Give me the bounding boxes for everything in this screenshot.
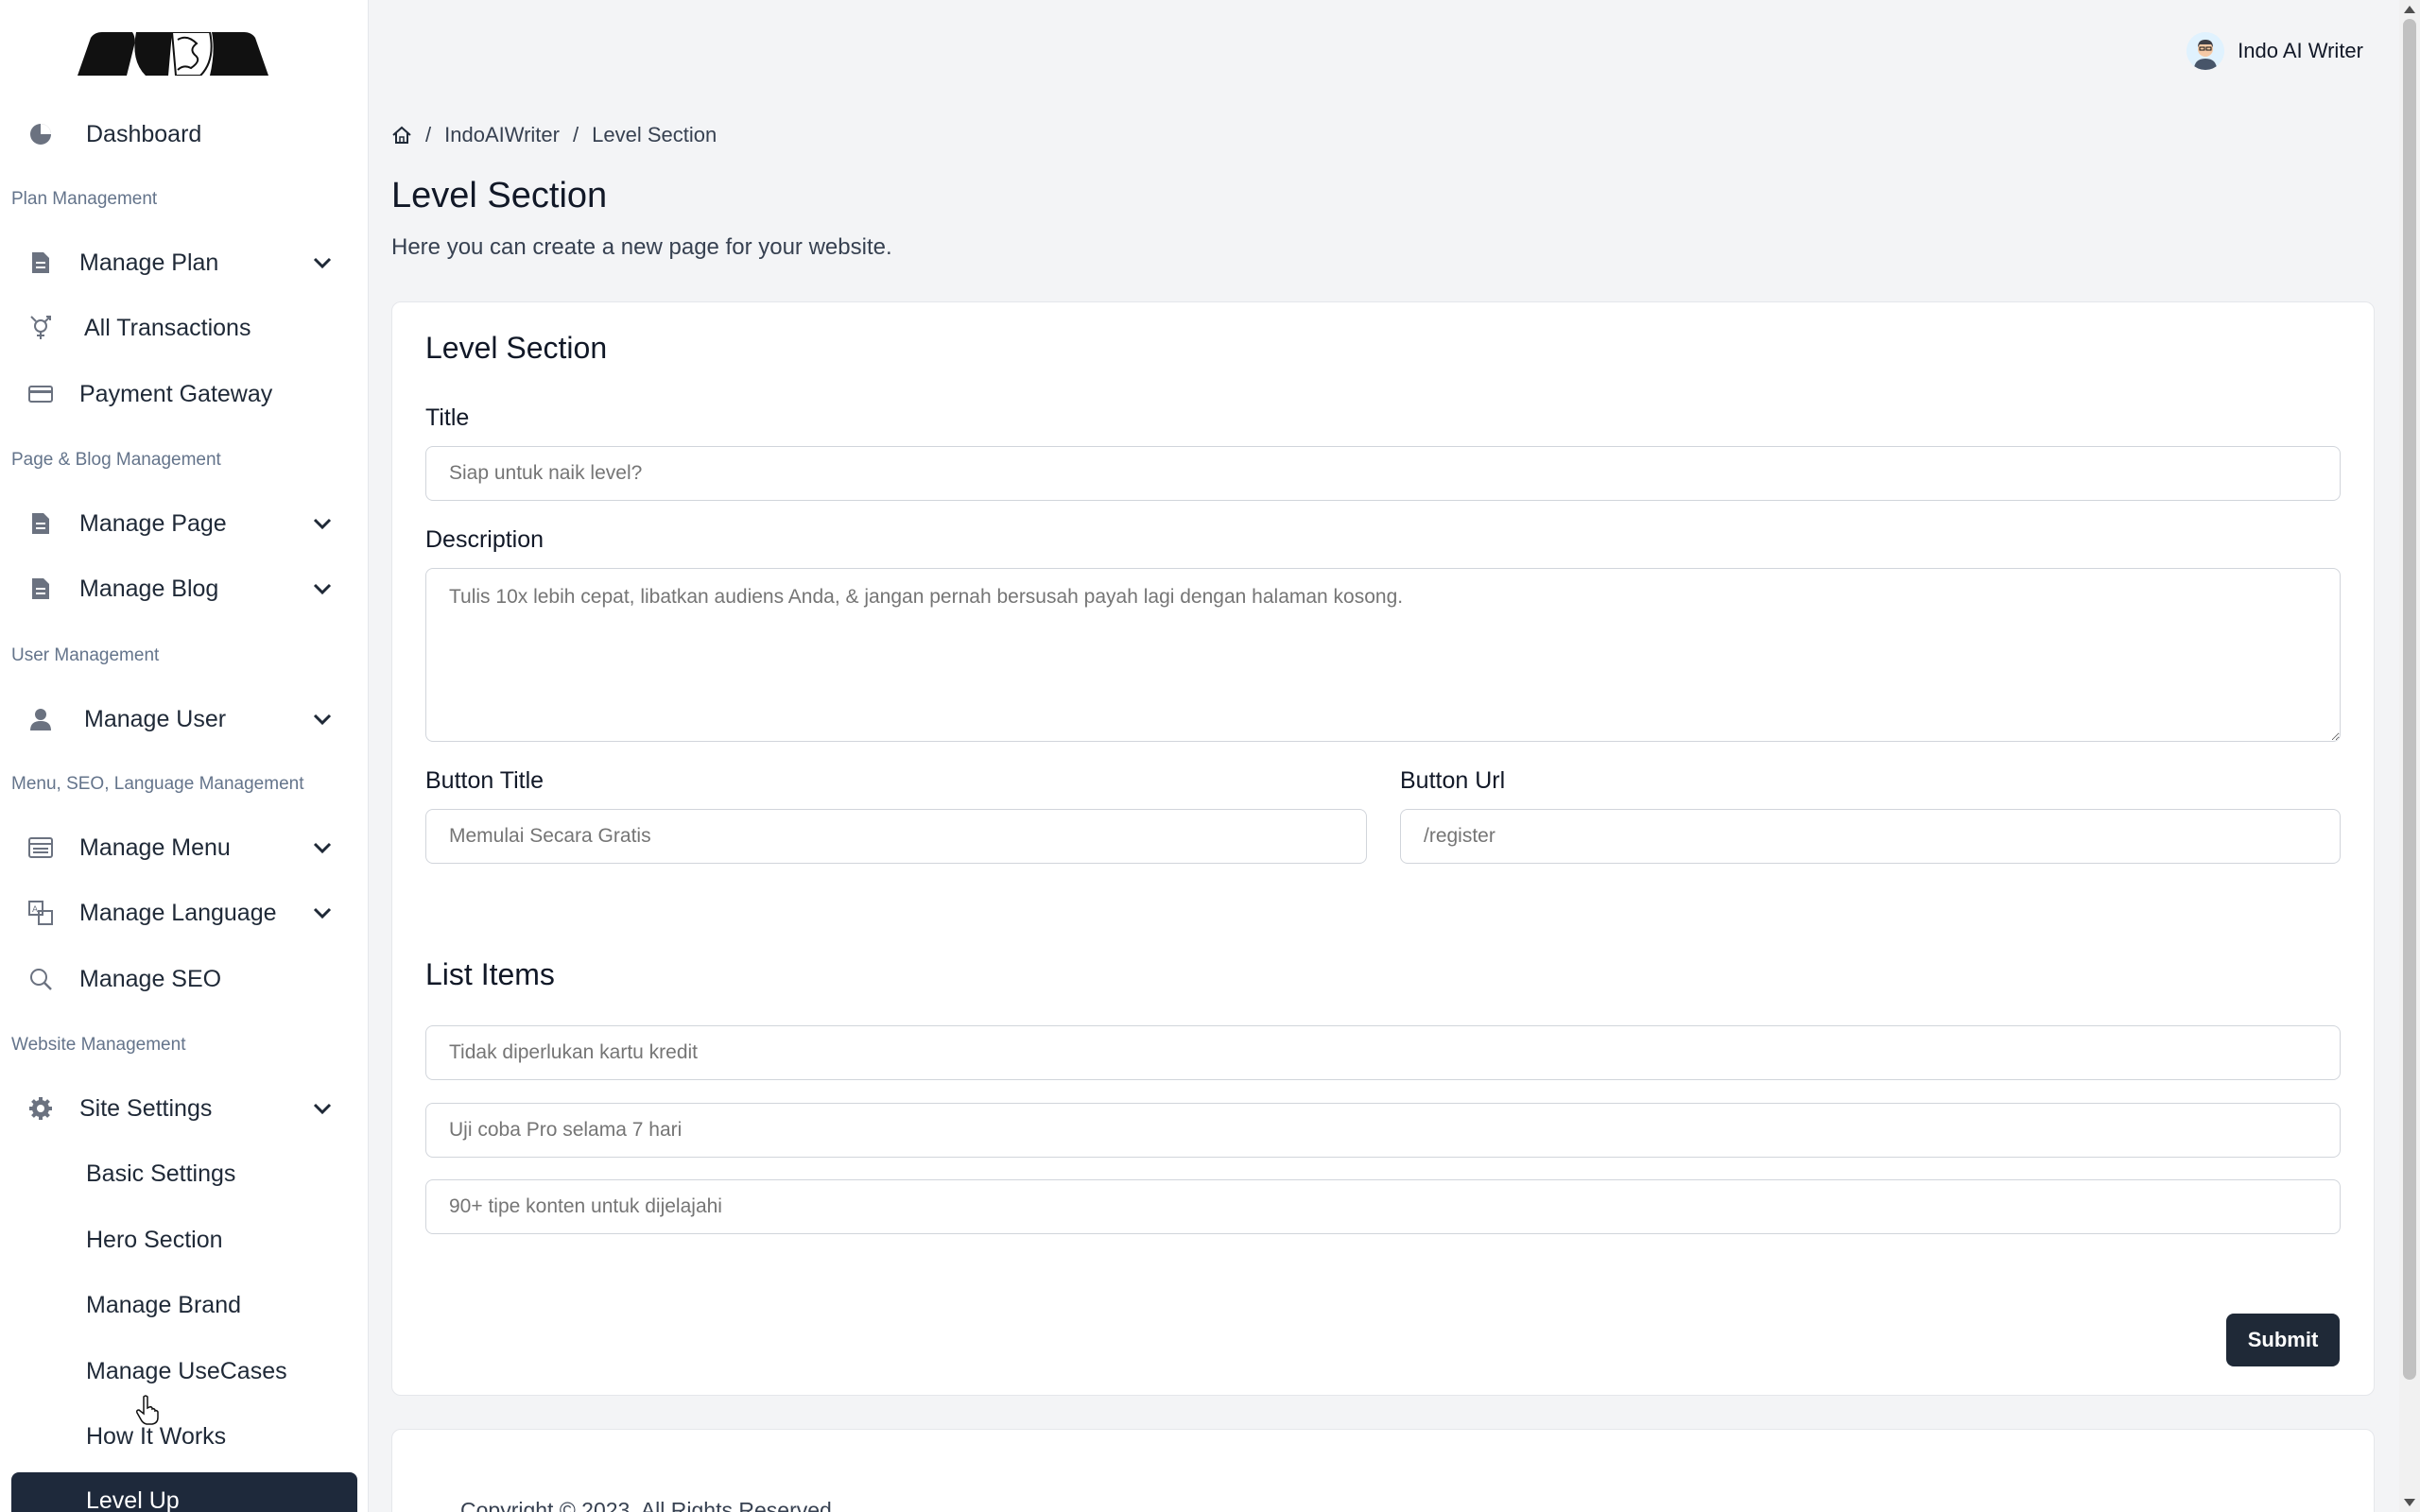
page-scrollbar[interactable] [2399, 0, 2420, 1512]
pie-chart-icon [26, 120, 55, 148]
description-label: Description [425, 526, 544, 553]
hand-cursor-icon [136, 1395, 159, 1425]
sidebar-item-label: Dashboard [86, 120, 202, 147]
list-items-title: List Items [425, 957, 555, 991]
title-input[interactable] [425, 446, 2341, 501]
sidebar: Dashboard Plan Management Manage Plan Al… [0, 0, 369, 1512]
user-name: Indo AI Writer [2238, 39, 2363, 62]
page-subtitle: Here you can create a new page for your … [391, 234, 892, 260]
chevron-down-icon [313, 518, 332, 530]
page-title: Level Section [391, 176, 608, 215]
list-item-input[interactable] [425, 1103, 2341, 1158]
button-title-label: Button Title [425, 767, 544, 794]
footer-card: Copyright © 2023. All Rights Reserved. [391, 1429, 2375, 1512]
description-textarea[interactable] [425, 568, 2341, 742]
gear-icon [26, 1094, 55, 1123]
scrollbar-thumb[interactable] [2403, 19, 2416, 1380]
scroll-down-arrow-icon[interactable] [2404, 1499, 2415, 1506]
sidebar-item-label: Manage Language [79, 899, 277, 926]
sidebar-group-label: Page & Blog Management [11, 450, 221, 470]
sidebar-item-dashboard[interactable]: Dashboard [0, 108, 368, 161]
sidebar-subitem-manage-brand[interactable]: Manage Brand [86, 1292, 241, 1319]
transaction-icon [26, 314, 55, 342]
svg-text:A: A [32, 905, 39, 915]
document-icon [26, 249, 55, 277]
list-item-input[interactable] [425, 1179, 2341, 1234]
sidebar-item-label: Manage Plan [79, 249, 219, 276]
section-title: Level Section [425, 331, 608, 365]
sidebar-item-label: Payment Gateway [79, 380, 273, 407]
form-card: Level Section Title Description Button T… [391, 301, 2375, 1396]
sidebar-item-label: Manage SEO [79, 965, 222, 992]
chevron-down-icon [313, 713, 332, 726]
sidebar-item-manage-seo[interactable]: Manage SEO [0, 953, 368, 1005]
sidebar-item-manage-user[interactable]: Manage User [0, 693, 368, 746]
document-icon [26, 509, 55, 538]
copyright-text: Copyright © 2023. All Rights Reserved. [460, 1498, 838, 1512]
breadcrumb-separator: / [572, 123, 579, 146]
sidebar-item-manage-page[interactable]: Manage Page [0, 497, 368, 550]
sidebar-item-label: Manage User [84, 705, 227, 732]
sidebar-item-payment-gateway[interactable]: Payment Gateway [0, 368, 368, 421]
avatar [2187, 32, 2225, 70]
title-label: Title [425, 404, 470, 431]
chevron-down-icon [313, 907, 332, 919]
user-menu[interactable]: Indo AI Writer [2187, 32, 2363, 70]
sidebar-item-label: Manage Page [79, 509, 227, 537]
menu-icon [26, 833, 55, 862]
user-icon [26, 705, 55, 733]
chevron-down-icon [313, 842, 332, 854]
button-title-input[interactable] [425, 809, 1367, 864]
sidebar-item-site-settings[interactable]: Site Settings [0, 1082, 368, 1135]
sidebar-item-all-transactions[interactable]: All Transactions [0, 301, 368, 354]
breadcrumb-separator: / [425, 123, 432, 146]
document-icon [26, 575, 55, 603]
chevron-down-icon [313, 1103, 332, 1115]
sidebar-item-label: Level Up [86, 1487, 180, 1512]
translate-icon: A [26, 899, 55, 927]
sidebar-item-label: Site Settings [79, 1094, 213, 1122]
search-icon [26, 965, 55, 993]
sidebar-group-label: Plan Management [11, 189, 158, 209]
button-url-input[interactable] [1400, 809, 2341, 864]
button-url-label: Button Url [1400, 767, 1506, 794]
breadcrumb: / IndoAIWriter / Level Section [391, 123, 717, 147]
sidebar-item-manage-plan[interactable]: Manage Plan [0, 236, 368, 289]
sidebar-subitem-level-up[interactable]: Level Up [11, 1472, 357, 1512]
sidebar-item-manage-menu[interactable]: Manage Menu [0, 821, 368, 874]
scroll-up-arrow-icon[interactable] [2404, 6, 2415, 13]
chevron-down-icon [313, 257, 332, 269]
sidebar-item-label: All Transactions [84, 314, 251, 341]
breadcrumb-link-root[interactable]: IndoAIWriter [444, 123, 560, 147]
sidebar-item-manage-language[interactable]: A Manage Language [0, 886, 368, 939]
sidebar-subitem-basic-settings[interactable]: Basic Settings [86, 1160, 235, 1188]
sidebar-item-label: Manage Menu [79, 833, 231, 861]
list-item-input[interactable] [425, 1025, 2341, 1080]
sidebar-group-label: Menu, SEO, Language Management [11, 774, 304, 794]
sidebar-subitem-manage-usecases[interactable]: Manage UseCases [86, 1358, 287, 1385]
home-icon[interactable] [391, 125, 412, 146]
sidebar-subitem-hero-section[interactable]: Hero Section [86, 1227, 223, 1254]
sidebar-group-label: Website Management [11, 1035, 186, 1055]
sidebar-item-label: Manage Blog [79, 575, 219, 602]
sidebar-subitem-how-it-works[interactable]: How It Works [86, 1423, 226, 1451]
breadcrumb-current: Level Section [592, 123, 717, 146]
chevron-down-icon [313, 583, 332, 595]
submit-button[interactable]: Submit [2226, 1314, 2340, 1366]
sidebar-item-manage-blog[interactable]: Manage Blog [0, 562, 368, 615]
credit-card-icon [26, 380, 55, 408]
sidebar-group-label: User Management [11, 645, 160, 665]
brand-logo[interactable] [78, 32, 268, 76]
